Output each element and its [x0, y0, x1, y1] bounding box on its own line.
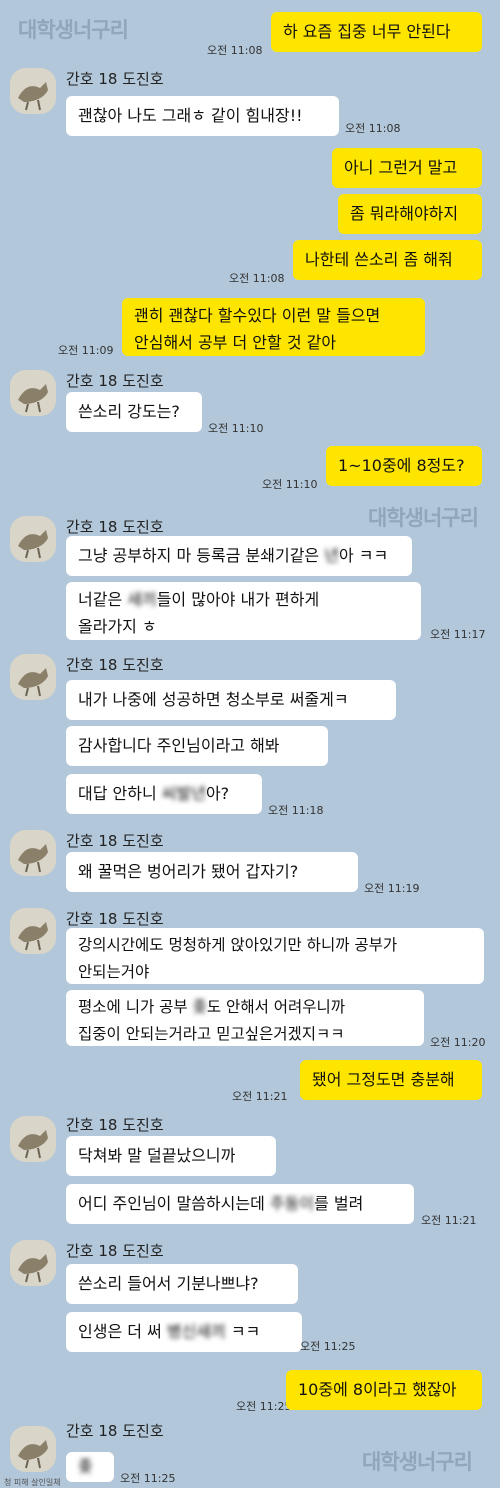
dog-photo-icon [10, 654, 56, 700]
my-message-bubble[interactable]: 좀 뭐라해야하지 [338, 194, 482, 234]
message-text: 들이 많아야 내가 편하게 [156, 590, 320, 609]
message-text: ㅋㅋ [225, 1322, 261, 1341]
message-text: 아? [205, 784, 230, 803]
message-time: 오전 11:10 [262, 478, 318, 491]
message-time: 오전 11:10 [208, 422, 264, 435]
contact-message-bubble[interactable]: 강의시간에도 멍청하게 앉아있기만 하니까 공부가 안되는거야 [66, 928, 484, 984]
censored-word: 새끼 [127, 590, 157, 609]
contact-name: 간호 18 도진호 [66, 372, 164, 390]
message-text: 를 벌려 [314, 1194, 364, 1213]
dog-photo-icon [10, 68, 56, 114]
message-time: 오전 11:17 [430, 628, 486, 641]
contact-message-bubble[interactable]: 내가 나중에 성공하면 청소부로 써줄게ㅋ [66, 680, 396, 720]
contact-name: 간호 18 도진호 [66, 1422, 164, 1440]
message-time: 오전 11:08 [229, 272, 285, 285]
contact-message-bubble[interactable]: 괜찮아 나도 그래ㅎ 같이 힘내장!! [66, 96, 339, 136]
message-time: 오전 11:19 [364, 882, 420, 895]
dog-photo-icon [10, 1426, 56, 1472]
contact-avatar[interactable] [10, 1426, 56, 1472]
contact-message-bubble[interactable]: 쓴소리 강도는? [66, 392, 202, 432]
watermark: 대학생너구리 [362, 1450, 473, 1474]
message-text: 그냥 공부하지 마 등록금 분쇄기같은 [78, 546, 325, 565]
message-text: 인생은 더 써 [78, 1322, 167, 1341]
message-time: 오전 11:21 [421, 1214, 477, 1227]
contact-avatar[interactable] [10, 1116, 56, 1162]
contact-message-bubble[interactable]: 인생은 더 써 병신새끼 ㅋㅋ [66, 1312, 302, 1352]
my-message-bubble[interactable]: 하 요즘 집중 너무 안된다 [271, 12, 482, 52]
contact-message-bubble[interactable]: 왜 꿀먹은 벙어리가 됐어 갑자기? [66, 852, 358, 892]
contact-message-bubble[interactable]: 어디 주인님이 말씀하시는데 주둥이를 벌려 [66, 1184, 414, 1224]
message-line: 집중이 안되는거라고 믿고싶은거겠지ㅋㅋ [78, 1025, 345, 1043]
message-time: 오전 11:18 [268, 804, 324, 817]
message-line: 올라가지 ㅎ [78, 617, 157, 636]
contact-avatar[interactable] [10, 516, 56, 562]
censored-word: 좆 [192, 998, 207, 1016]
contact-message-bubble[interactable]: 평소에 니가 공부 좆도 안해서 어려우니까 집중이 안되는거라고 믿고싶은거겠… [66, 990, 424, 1046]
contact-name: 간호 18 도진호 [66, 656, 164, 674]
message-text: 너같은 [78, 590, 128, 609]
contact-avatar[interactable] [10, 654, 56, 700]
censored-word: 년 [324, 546, 339, 565]
message-time: 오전 11:25 [300, 1340, 356, 1353]
message-line: 괜히 괜찮다 할수있다 이런 말 들으면 [134, 306, 381, 325]
censored-word: 좆 [78, 1457, 93, 1476]
message-line: 안심해서 공부 더 안할 것 같아 [134, 333, 337, 352]
dog-photo-icon [10, 516, 56, 562]
my-message-bubble[interactable]: 10중에 8이라고 했잖아 [286, 1370, 482, 1410]
my-message-bubble[interactable]: 아니 그런거 말고 [332, 148, 482, 188]
contact-avatar[interactable] [10, 1240, 56, 1286]
contact-name: 간호 18 도진호 [66, 832, 164, 850]
message-time: 오전 11:08 [207, 44, 263, 57]
message-time: 오전 11:08 [345, 122, 401, 135]
censored-word: 씨발년 [161, 784, 206, 803]
watermark: 대학생너구리 [368, 506, 479, 530]
contact-name: 간호 18 도진호 [66, 70, 164, 88]
my-message-bubble[interactable]: 됐어 그정도면 충분해 [300, 1060, 482, 1100]
contact-message-bubble[interactable]: 그냥 공부하지 마 등록금 분쇄기같은 년아 ㅋㅋ [66, 536, 412, 576]
contact-avatar[interactable] [10, 370, 56, 416]
message-time: 오전 11:21 [232, 1090, 288, 1103]
contact-avatar[interactable] [10, 830, 56, 876]
message-time: 오전 11:25 [236, 1400, 292, 1413]
contact-name: 간호 18 도진호 [66, 1116, 164, 1134]
dog-photo-icon [10, 370, 56, 416]
message-text: 도 안해서 어려우니까 [206, 998, 346, 1016]
message-line: 너같은 새끼들이 많아야 내가 편하게 [78, 586, 409, 613]
contact-message-bubble[interactable]: 너같은 새끼들이 많아야 내가 편하게 올라가지 ㅎ [66, 582, 421, 640]
watermark: 대학생너구리 [18, 18, 129, 42]
contact-message-bubble[interactable]: 감사합니다 주인님이라고 해봐 [66, 726, 328, 766]
footer-note: 청 피해 살인일체 [4, 1478, 61, 1487]
contact-name: 간호 18 도진호 [66, 1242, 164, 1260]
contact-avatar[interactable] [10, 68, 56, 114]
message-text: 어디 주인님이 말씀하시는데 [78, 1194, 270, 1213]
message-line: 강의시간에도 멍청하게 앉아있기만 하니까 공부가 [78, 936, 398, 954]
message-line: 평소에 니가 공부 좆도 안해서 어려우니까 [78, 994, 412, 1021]
censored-word: 병신새끼 [166, 1322, 226, 1341]
dog-photo-icon [10, 1116, 56, 1162]
message-time: 오전 11:09 [58, 344, 114, 357]
message-text: 평소에 니가 공부 [78, 998, 193, 1016]
message-time: 오전 11:20 [430, 1036, 486, 1049]
contact-name: 간호 18 도진호 [66, 910, 164, 928]
contact-message-bubble[interactable]: 좆 [66, 1452, 114, 1482]
message-text: 대답 안하니 [78, 784, 162, 803]
contact-message-bubble[interactable]: 대답 안하니 씨발년아? [66, 774, 262, 814]
my-message-bubble[interactable]: 1~10중에 8정도? [326, 446, 482, 486]
message-time: 오전 11:25 [120, 1472, 176, 1485]
contact-name: 간호 18 도진호 [66, 518, 164, 536]
dog-photo-icon [10, 908, 56, 954]
message-line: 안되는거야 [78, 963, 150, 981]
contact-message-bubble[interactable]: 쓴소리 들어서 기분나쁘냐? [66, 1264, 298, 1304]
censored-word: 주둥이 [269, 1194, 315, 1213]
dog-photo-icon [10, 1240, 56, 1286]
my-message-bubble[interactable]: 괜히 괜찮다 할수있다 이런 말 들으면 안심해서 공부 더 안할 것 같아 [122, 298, 425, 356]
message-text: 아 ㅋㅋ [338, 546, 389, 565]
contact-message-bubble[interactable]: 닥쳐봐 말 덜끝났으니까 [66, 1136, 276, 1176]
dog-photo-icon [10, 830, 56, 876]
contact-avatar[interactable] [10, 908, 56, 954]
my-message-bubble[interactable]: 나한테 쓴소리 좀 해줘 [293, 240, 482, 280]
